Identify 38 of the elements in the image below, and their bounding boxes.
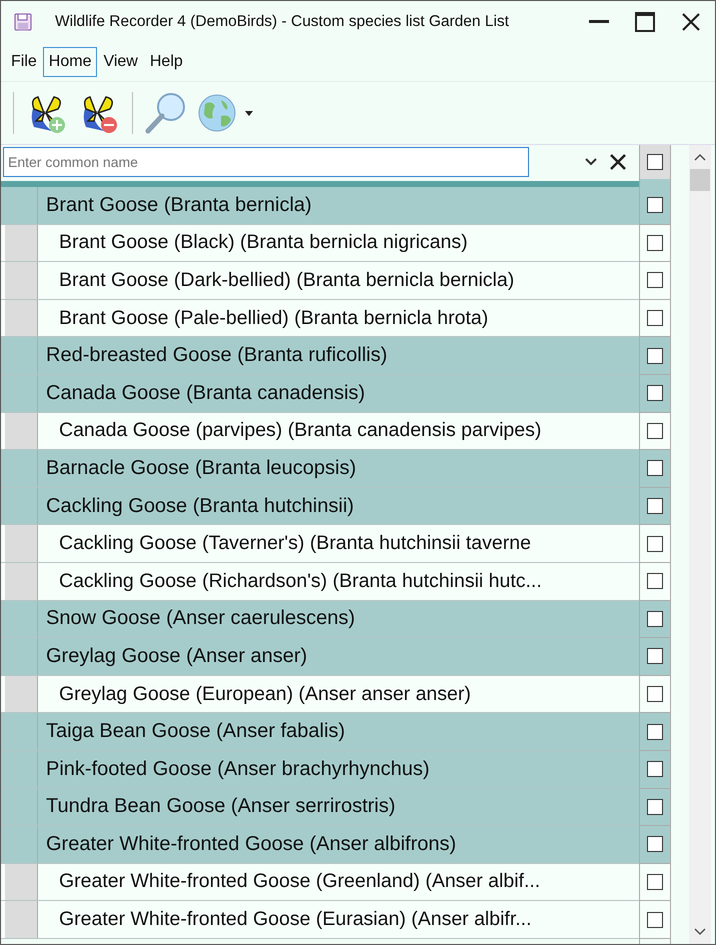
checkbox[interactable]	[647, 234, 664, 251]
checkbox[interactable]	[647, 724, 664, 740]
search-field[interactable]: Enter common name	[3, 147, 529, 177]
checkbox[interactable]	[647, 836, 664, 852]
checkbox[interactable]	[647, 798, 664, 815]
save-icon	[13, 12, 33, 32]
minimize-icon[interactable]	[589, 20, 609, 24]
checkbox[interactable]	[647, 648, 664, 664]
close-icon[interactable]	[681, 12, 701, 32]
checkbox[interactable]	[647, 197, 664, 214]
menu-item[interactable]: File	[5, 47, 43, 77]
menu-item[interactable]: View	[97, 47, 144, 77]
checkbox[interactable]	[647, 460, 664, 476]
scroll-up-icon[interactable]	[694, 153, 706, 161]
checkbox[interactable]	[647, 686, 664, 702]
scroll-down-icon[interactable]	[694, 928, 706, 936]
checkbox[interactable]	[647, 761, 664, 778]
maximize-icon[interactable]	[635, 12, 655, 32]
select-all-checkbox[interactable]	[647, 154, 664, 170]
checkbox[interactable]	[647, 310, 664, 326]
checkbox[interactable]	[647, 912, 664, 928]
checkbox[interactable]	[647, 874, 664, 890]
close-icon[interactable]	[609, 153, 627, 171]
checkbox[interactable]	[647, 498, 664, 514]
checkbox[interactable]	[647, 536, 664, 552]
scroll-thumb[interactable]	[690, 169, 710, 191]
checkbox[interactable]	[647, 385, 664, 402]
window-title: Wildlife Recorder 4 (DemoBirds) - Custom species list Garden List	[55, 13, 509, 31]
checkbox[interactable]	[647, 610, 664, 627]
menu-item[interactable]: Help	[144, 47, 189, 77]
menu-item[interactable]: Home	[42, 47, 98, 77]
dropdown-caret-icon[interactable]	[245, 110, 253, 116]
scrollbar[interactable]	[689, 145, 711, 944]
chevron-down-icon[interactable]	[585, 158, 597, 166]
checkbox[interactable]	[647, 422, 664, 439]
checkbox[interactable]	[647, 348, 664, 364]
checkbox[interactable]	[647, 573, 664, 590]
checkbox[interactable]	[647, 272, 664, 288]
